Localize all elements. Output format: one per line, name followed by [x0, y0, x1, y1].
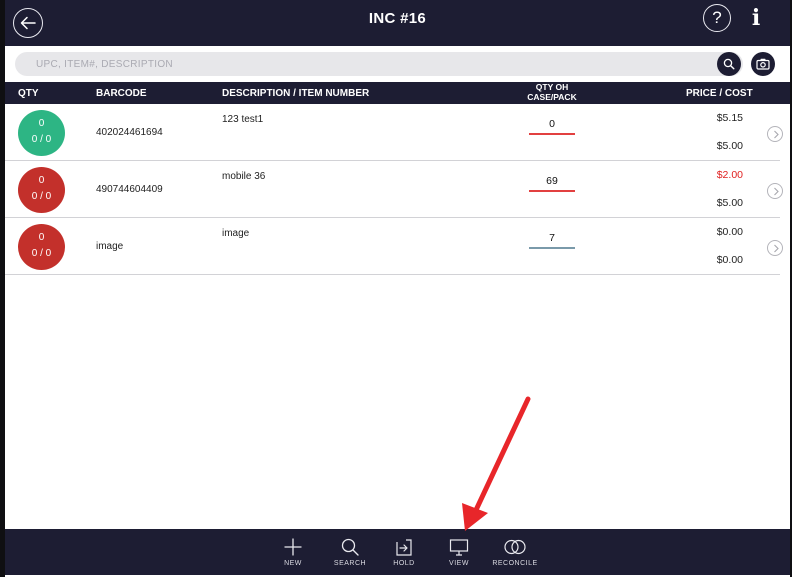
- chevron-right-icon: [774, 244, 779, 253]
- case-pack-value: 0 / 0: [31, 191, 52, 202]
- table-header: QTY BARCODE DESCRIPTION / ITEM NUMBER QT…: [5, 82, 790, 104]
- chevron-right-icon: [774, 187, 779, 196]
- barcode-value: 490744604409: [96, 184, 163, 195]
- hold-label: HOLD: [393, 560, 415, 567]
- qty-badge[interactable]: 0 0 / 0: [18, 167, 65, 213]
- search-label: SEARCH: [333, 560, 367, 567]
- column-header-barcode: BARCODE: [96, 88, 147, 99]
- qty-value: 0: [38, 118, 45, 129]
- column-header-qty: QTY: [18, 88, 39, 99]
- barcode-value: 402024461694: [96, 127, 163, 138]
- top-bar: INC #16 ? i: [5, 0, 790, 46]
- camera-scan-button[interactable]: [751, 52, 775, 76]
- qty-oh-underline: [529, 133, 575, 135]
- page-title: INC #16: [368, 10, 427, 27]
- search-input[interactable]: [15, 52, 705, 76]
- new-button[interactable]: NEW: [265, 529, 321, 575]
- case-pack-value: 0 / 0: [31, 134, 52, 145]
- price-value: $0.00: [716, 226, 743, 238]
- view-monitor-icon: [449, 539, 469, 556]
- app-screen: INC #16 ? i QTY BARCODE DESCRIPTION / IT…: [5, 0, 790, 577]
- window-frame: INC #16 ? i QTY BARCODE DESCRIPTION / IT…: [0, 0, 792, 577]
- chevron-right-icon: [774, 130, 779, 139]
- description-value: image: [222, 228, 250, 239]
- barcode-value: image: [96, 241, 124, 252]
- qty-badge[interactable]: 0 0 / 0: [18, 110, 65, 156]
- camera-icon: [756, 58, 770, 70]
- column-header-qty-oh: QTY OH CASE/PACK: [517, 82, 587, 102]
- price-value: $5.15: [716, 112, 743, 124]
- qty-badge[interactable]: 0 0 / 0: [18, 224, 65, 270]
- hold-icon: [396, 539, 412, 556]
- info-icon: i: [751, 5, 761, 31]
- qty-oh-underline: [529, 247, 575, 249]
- view-button[interactable]: VIEW: [431, 529, 487, 575]
- cost-value: $5.00: [716, 197, 743, 209]
- column-header-price-cost: PRICE / COST: [686, 88, 753, 99]
- case-pack-value: 0 / 0: [31, 248, 52, 259]
- column-header-qty-oh-line2: CASE/PACK: [527, 91, 577, 102]
- search-bar: [15, 52, 743, 76]
- description-value: mobile 36: [222, 171, 266, 182]
- cost-value: $0.00: [716, 254, 743, 266]
- reconcile-icon: [504, 539, 526, 555]
- new-label: NEW: [284, 560, 302, 567]
- search-icon: [341, 538, 359, 556]
- qty-oh-input[interactable]: [529, 173, 575, 189]
- qty-value: 0: [38, 175, 45, 186]
- table-row[interactable]: 0 0 / 0 402024461694 123 test1 $5.15 $5.…: [5, 104, 783, 161]
- reconcile-label: RECONCILE: [492, 560, 538, 567]
- cost-value: $5.00: [716, 140, 743, 152]
- search-button[interactable]: [717, 52, 741, 76]
- row-detail-button[interactable]: [767, 240, 783, 256]
- help-icon: ?: [712, 8, 722, 27]
- qty-oh-underline: [529, 190, 575, 192]
- hold-button[interactable]: HOLD: [376, 529, 432, 575]
- qty-oh-input[interactable]: [529, 230, 575, 246]
- price-value: $2.00: [716, 169, 743, 181]
- column-header-description: DESCRIPTION / ITEM NUMBER: [222, 88, 370, 99]
- bottom-toolbar: NEW SEARCH HOLD VIEW RECONCILE: [5, 529, 790, 575]
- reconcile-button[interactable]: RECONCILE: [486, 529, 544, 575]
- search-icon: [723, 58, 735, 70]
- table-row[interactable]: 0 0 / 0 490744604409 mobile 36 $2.00 $5.…: [5, 161, 783, 218]
- help-button[interactable]: ?: [703, 4, 731, 32]
- view-label: VIEW: [449, 560, 469, 567]
- plus-icon: [284, 538, 302, 556]
- table-row[interactable]: 0 0 / 0 image image $0.00 $0.00: [5, 218, 783, 275]
- search-toolbar-button[interactable]: SEARCH: [322, 529, 378, 575]
- qty-oh-input[interactable]: [529, 116, 575, 132]
- info-button[interactable]: i: [745, 4, 767, 32]
- row-detail-button[interactable]: [767, 183, 783, 199]
- row-detail-button[interactable]: [767, 126, 783, 142]
- qty-value: 0: [38, 232, 45, 243]
- description-value: 123 test1: [222, 114, 264, 125]
